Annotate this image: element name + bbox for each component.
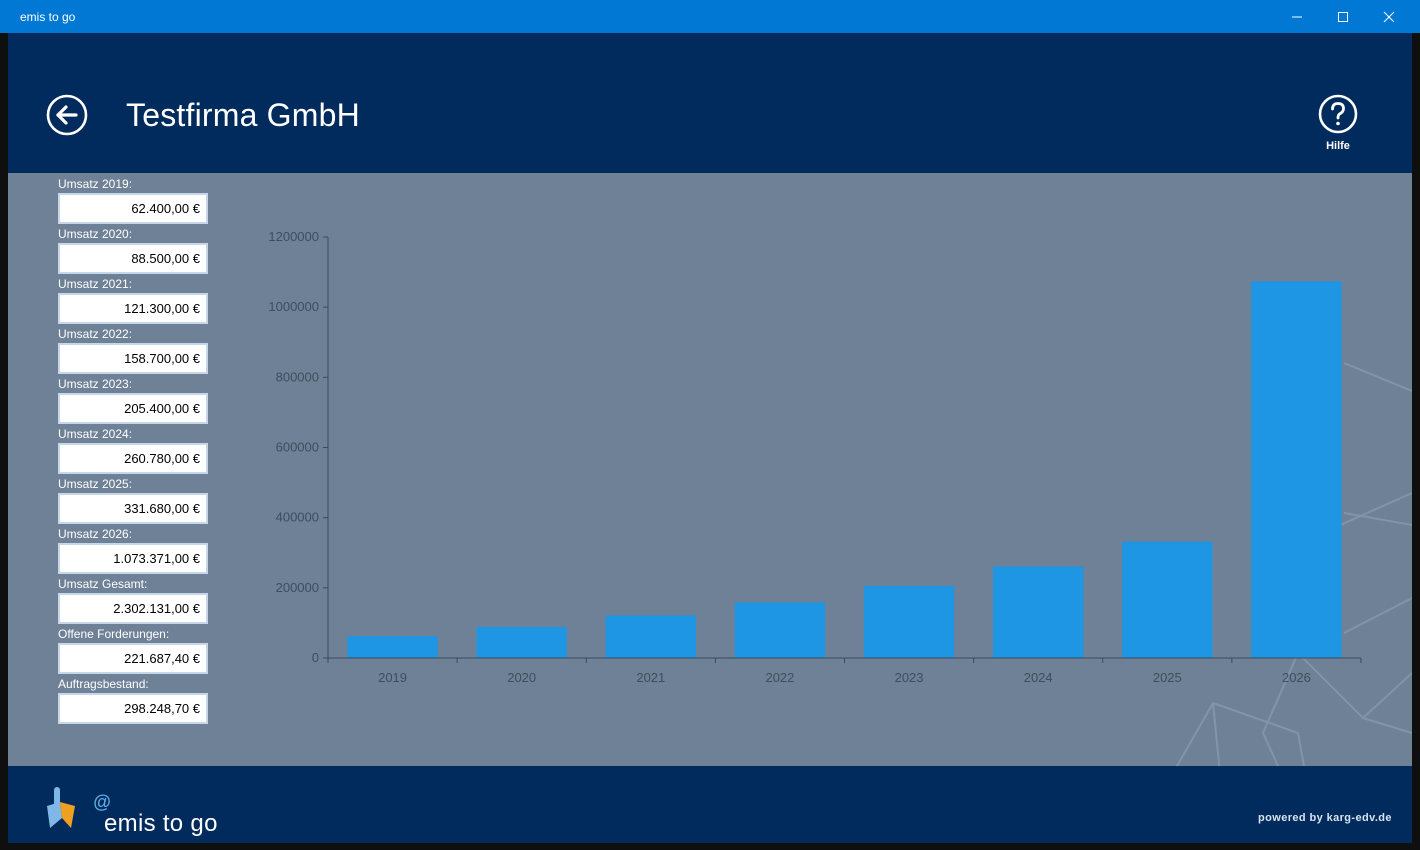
window-title: emis to go	[20, 10, 76, 24]
revenue-field: Umsatz 2020: 88.500,00 €	[58, 226, 218, 276]
bar-2021	[605, 615, 697, 658]
x-tick-label: 2021	[636, 670, 665, 685]
field-label: Umsatz 2022:	[58, 327, 133, 341]
page-header: Testfirma GmbH Hilfe	[8, 33, 1412, 173]
bar-2024	[992, 566, 1084, 658]
field-label: Umsatz 2024:	[58, 427, 133, 441]
svg-text:@: @	[93, 792, 111, 812]
app-content: Testfirma GmbH Hilfe Umsatz 2019: 62.400,…	[8, 33, 1412, 843]
field-value-input[interactable]: 2.302.131,00 €	[58, 593, 208, 624]
field-label: Umsatz 2026:	[58, 527, 133, 541]
field-value-input[interactable]: 121.300,00 €	[58, 293, 208, 324]
y-tick-label: 400000	[276, 510, 319, 525]
field-label: Umsatz 2020:	[58, 227, 133, 241]
revenue-field: Auftragsbestand: 298.248,70 €	[58, 676, 218, 726]
bar-2025	[1122, 541, 1213, 658]
help-button[interactable]: Hilfe	[1314, 94, 1362, 152]
revenue-field: Umsatz 2026: 1.073.371,00 €	[58, 526, 218, 576]
field-label: Umsatz Gesamt:	[58, 577, 148, 591]
revenue-field: Umsatz Gesamt: 2.302.131,00 €	[58, 576, 218, 626]
y-tick-label: 1000000	[268, 299, 319, 314]
close-button[interactable]	[1366, 0, 1412, 33]
field-label: Auftragsbestand:	[58, 677, 149, 691]
field-label: Umsatz 2019:	[58, 177, 133, 191]
maximize-icon	[1338, 11, 1348, 22]
x-tick-label: 2025	[1153, 670, 1182, 685]
x-tick-label: 2023	[895, 670, 924, 685]
bar-2023	[863, 585, 955, 658]
help-icon	[1318, 94, 1358, 134]
field-value-input[interactable]: 331.680,00 €	[58, 493, 208, 524]
title-bar: emis to go	[0, 0, 1420, 33]
logo-text: emis to go	[104, 810, 218, 837]
field-value-input[interactable]: 298.248,70 €	[58, 693, 208, 724]
bar-2019	[347, 636, 438, 658]
y-tick-label: 800000	[276, 369, 319, 384]
field-label: Umsatz 2023:	[58, 377, 133, 391]
revenue-field: Offene Forderungen: 221.687,40 €	[58, 626, 218, 676]
revenue-field: Umsatz 2024: 260.780,00 €	[58, 426, 218, 476]
minimize-button[interactable]	[1274, 0, 1320, 33]
revenue-field: Umsatz 2019: 62.400,00 €	[58, 176, 218, 226]
bar-2026	[1251, 281, 1342, 658]
y-tick-label: 600000	[276, 440, 319, 455]
revenue-field: Umsatz 2021: 121.300,00 €	[58, 276, 218, 326]
field-value-input[interactable]: 205.400,00 €	[58, 393, 208, 424]
revenue-fields: Umsatz 2019: 62.400,00 € Umsatz 2020: 88.50…	[58, 176, 218, 726]
powered-by-link[interactable]: powered by karg-edv.de	[1258, 812, 1392, 824]
maximize-button[interactable]	[1320, 0, 1366, 33]
revenue-field: Umsatz 2023: 205.400,00 €	[58, 376, 218, 426]
field-label: Offene Forderungen:	[58, 627, 170, 641]
y-tick-label: 200000	[276, 580, 319, 595]
revenue-field: Umsatz 2025: 331.680,00 €	[58, 476, 218, 526]
field-value-input[interactable]: 62.400,00 €	[58, 193, 208, 224]
y-tick-label: 0	[312, 650, 319, 665]
x-tick-label: 2026	[1282, 670, 1311, 685]
back-button[interactable]	[46, 94, 88, 136]
x-tick-label: 2019	[378, 670, 407, 685]
bar-2022	[734, 602, 826, 658]
field-label: Umsatz 2025:	[58, 477, 133, 491]
minimize-icon	[1292, 16, 1302, 17]
field-value-input[interactable]: 221.687,40 €	[58, 643, 208, 674]
page-title: Testfirma GmbH	[126, 97, 360, 133]
revenue-chart: 0 200000 400000 600000 800000 1000000 1200000 2…	[268, 229, 1362, 685]
revenue-field: Umsatz 2022: 158.700,00 €	[58, 326, 218, 376]
field-value-input[interactable]: 1.073.371,00 €	[58, 543, 208, 574]
back-arrow-icon	[46, 94, 88, 136]
field-label: Umsatz 2021:	[58, 277, 133, 291]
field-value-input[interactable]: 88.500,00 €	[58, 243, 208, 274]
help-label: Hilfe	[1326, 140, 1350, 152]
field-value-input[interactable]: 260.780,00 €	[58, 443, 208, 474]
bar-2020	[476, 626, 567, 658]
x-tick-label: 2024	[1024, 670, 1053, 685]
footer: @ emis to go powered by karg-edv.de	[8, 766, 1412, 843]
field-value-input[interactable]: 158.700,00 €	[58, 343, 208, 374]
emis-logo: @ emis to go	[44, 778, 244, 837]
x-tick-label: 2020	[507, 670, 536, 685]
y-tick-label: 1200000	[268, 229, 319, 244]
close-icon	[1383, 11, 1395, 22]
x-tick-label: 2022	[765, 670, 794, 685]
app-window: emis to go Testfirma GmbH Hilfe Umsatz 2…	[0, 0, 1420, 850]
